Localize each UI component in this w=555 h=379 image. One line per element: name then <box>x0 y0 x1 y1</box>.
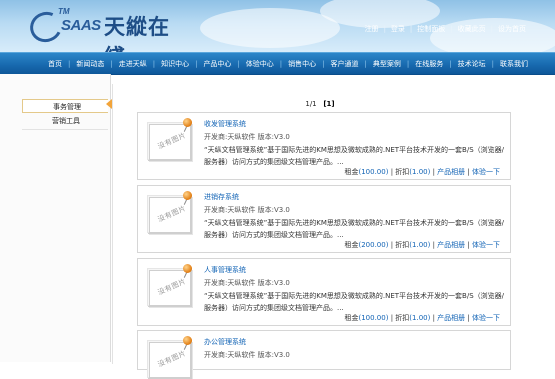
product-meta: 开发商:天纵软件 版本:V3.0 <box>204 206 290 214</box>
sidebar: 事务管理 营销工具 <box>0 74 111 362</box>
logo-cn: 天縱在綫 <box>104 14 170 52</box>
nav-item-online-service[interactable]: 在线服务 <box>409 59 449 69</box>
header-cloud <box>200 8 340 48</box>
site-header: TM SAAS 天縱在綫 注册 | 登录 | 控制面板 | 收藏此页 | 设为首… <box>0 0 555 52</box>
nav-item-sales[interactable]: 销售中心 <box>282 59 322 69</box>
top-link-set-homepage[interactable]: 设为首页 <box>493 24 531 34</box>
product-meta: 开发商:天纵软件 版本:V3.0 <box>204 279 290 287</box>
nav-item-contact[interactable]: 联系我们 <box>494 59 534 69</box>
pushpin-icon <box>183 336 192 345</box>
pushpin-icon <box>183 191 192 200</box>
nav-item-home[interactable]: 首页 <box>42 59 68 69</box>
product-card: 没有图片 收发管理系统 开发商:天纵软件 版本:V3.0 “天纵文档管理系统”基… <box>137 112 511 180</box>
product-thumbnail: 没有图片 <box>147 264 192 307</box>
pushpin-icon <box>183 264 192 273</box>
top-link-login[interactable]: 登录 <box>386 24 410 34</box>
top-link-register[interactable]: 注册 <box>360 24 384 34</box>
nav-item-news[interactable]: 新闻动态 <box>70 59 110 69</box>
top-links: 注册 | 登录 | 控制面板 | 收藏此页 | 设为首页 <box>360 24 531 34</box>
discount-value: (1.00) <box>409 241 431 249</box>
trial-link[interactable]: 体验一下 <box>472 241 500 249</box>
rent-label: 租金 <box>344 168 359 176</box>
site-logo[interactable]: TM SAAS 天縱在綫 <box>25 6 190 52</box>
rent-value: (100.00) <box>358 314 389 322</box>
nav-item-experience[interactable]: 体验中心 <box>240 59 280 69</box>
album-link[interactable]: 产品相册 <box>437 168 465 176</box>
product-card: 没有图片 办公管理系统 开发商:天纵软件 版本:V3.0 <box>137 330 511 379</box>
product-thumbnail: 没有图片 <box>147 336 192 379</box>
rent-label: 租金 <box>344 314 359 322</box>
nav-item-about[interactable]: 走进天纵 <box>113 59 153 69</box>
product-thumbnail: 没有图片 <box>147 118 192 161</box>
nav-item-customers[interactable]: 客户通道 <box>325 59 365 69</box>
product-card: 没有图片 人事管理系统 开发商:天纵软件 版本:V3.0 “天纵文档管理系统”基… <box>137 258 511 326</box>
album-link[interactable]: 产品相册 <box>437 314 465 322</box>
rent-value: (100.00) <box>358 168 389 176</box>
nav-item-knowledge[interactable]: 知识中心 <box>155 59 195 69</box>
product-actions: 租金(100.00) | 折扣(1.00) | 产品相册 | 体验一下 <box>344 313 500 323</box>
discount-label: 折扣 <box>395 314 410 322</box>
nav-item-forum[interactable]: 技术论坛 <box>452 59 492 69</box>
page-indicator: 1/1 <box>305 100 317 108</box>
rent-value: (200.00) <box>358 241 389 249</box>
nav-item-cases[interactable]: 典型案例 <box>367 59 407 69</box>
main-nav: 首页 | 新闻动态 | 走进天纵 | 知识中心 | 产品中心 | 体验中心 | … <box>0 52 555 75</box>
top-link-bookmark[interactable]: 收藏此页 <box>453 24 491 34</box>
product-title[interactable]: 人事管理系统 <box>204 265 246 275</box>
product-description: “天纵文档管理系统”基于国际先进的KM思想及微软成熟的.NET平台技术开发的一套… <box>204 292 505 312</box>
product-actions: 租金(200.00) | 折扣(1.00) | 产品相册 | 体验一下 <box>344 240 500 250</box>
product-title[interactable]: 进销存系统 <box>204 192 239 202</box>
product-actions: 租金(100.00) | 折扣(1.00) | 产品相册 | 体验一下 <box>344 167 500 177</box>
pager: 1/1 [1] <box>0 100 555 108</box>
page-link-1[interactable]: [1] <box>323 100 334 108</box>
product-title[interactable]: 收发管理系统 <box>204 119 246 129</box>
product-description: “天纵文档管理系统”基于国际先进的KM思想及微软成熟的.NET平台技术开发的一套… <box>204 146 505 166</box>
trial-link[interactable]: 体验一下 <box>472 314 500 322</box>
product-title[interactable]: 办公管理系统 <box>204 337 246 347</box>
product-description: “天纵文档管理系统”基于国际先进的KM思想及微软成熟的.NET平台技术开发的一套… <box>204 219 505 239</box>
product-thumbnail: 没有图片 <box>147 191 192 234</box>
discount-value: (1.00) <box>409 314 431 322</box>
pushpin-icon <box>183 118 192 127</box>
divider <box>22 129 108 130</box>
logo-tm: TM <box>58 7 70 16</box>
nav-item-products[interactable]: 产品中心 <box>197 59 237 69</box>
discount-value: (1.00) <box>409 168 431 176</box>
product-card: 没有图片 进销存系统 开发商:天纵软件 版本:V3.0 “天纵文档管理系统”基于… <box>137 185 511 253</box>
discount-label: 折扣 <box>395 168 410 176</box>
product-meta: 开发商:天纵软件 版本:V3.0 <box>204 133 290 141</box>
product-meta: 开发商:天纵软件 版本:V3.0 <box>204 351 290 359</box>
top-link-control-panel[interactable]: 控制面板 <box>412 24 450 34</box>
sidebar-item-marketing[interactable]: 营销工具 <box>22 114 108 128</box>
logo-en: SAAS <box>61 17 101 34</box>
trial-link[interactable]: 体验一下 <box>472 168 500 176</box>
rent-label: 租金 <box>344 241 359 249</box>
album-link[interactable]: 产品相册 <box>437 241 465 249</box>
discount-label: 折扣 <box>395 241 410 249</box>
